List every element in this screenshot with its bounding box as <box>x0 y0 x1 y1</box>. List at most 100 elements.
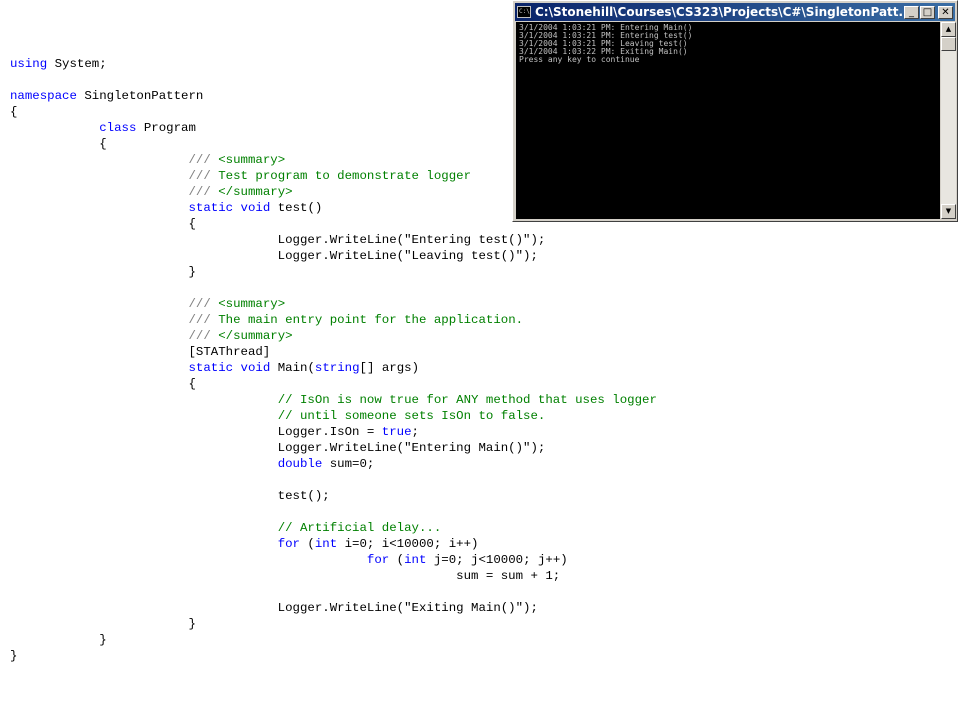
code-line: { <box>10 376 657 392</box>
code-line: Logger.WriteLine("Entering Main()"); <box>10 440 657 456</box>
code-text: ; <box>411 425 419 439</box>
code-comment: // until someone sets IsOn to false. <box>277 409 546 423</box>
code-keyword: using <box>10 57 48 71</box>
code-text: } <box>10 633 107 647</box>
code-text: } <box>10 617 196 631</box>
console-line: Press any key to continue <box>519 55 640 64</box>
code-text: { <box>10 217 196 231</box>
code-text: { <box>10 105 18 119</box>
code-line: } <box>10 648 657 664</box>
code-line: } <box>10 264 657 280</box>
close-button[interactable]: ✕ <box>938 5 953 19</box>
code-keyword: for <box>277 537 300 551</box>
scroll-up-button[interactable]: ▲ <box>941 22 956 37</box>
code-text: [STAThread] <box>10 345 271 359</box>
console-scrollbar[interactable]: ▲ ▼ <box>941 22 956 219</box>
console-output[interactable]: 3/1/2004 1:03:21 PM: Entering Main() 3/1/… <box>516 22 940 219</box>
code-line: for (int j=0; j<10000; j++) <box>10 552 657 568</box>
code-line: Logger.IsOn = true; <box>10 424 657 440</box>
code-comment: <summary> <box>210 153 286 167</box>
code-comment: <summary> <box>210 297 286 311</box>
code-keyword: static <box>188 361 234 375</box>
code-line: double sum=0; <box>10 456 657 472</box>
code-text: Logger.WriteLine("Entering Main()"); <box>10 441 546 455</box>
code-line: static void Main(string[] args) <box>10 360 657 376</box>
code-line: sum = sum + 1; <box>10 568 657 584</box>
code-text: ( <box>300 537 315 551</box>
code-text: test() <box>270 201 323 215</box>
code-keyword: string <box>314 361 360 375</box>
console-titlebar[interactable]: C:\ C:\Stonehill\Courses\CS323\Projects\… <box>515 3 955 21</box>
code-text: { <box>10 137 107 151</box>
code-comment: Test program to demonstrate logger <box>210 169 472 183</box>
console-window[interactable]: C:\ C:\Stonehill\Courses\CS323\Projects\… <box>512 0 958 222</box>
code-text: Logger.IsOn = <box>10 425 382 439</box>
maximize-button[interactable]: □ <box>920 5 935 19</box>
code-line: /// <summary> <box>10 296 657 312</box>
code-comment: /// <box>188 169 211 183</box>
code-keyword: int <box>404 553 427 567</box>
code-keyword: for <box>366 553 390 567</box>
code-comment: // Artificial delay... <box>277 521 442 535</box>
code-comment: The main entry point for the application… <box>210 313 524 327</box>
minimize-button[interactable]: _ <box>904 5 919 19</box>
code-keyword: int <box>314 537 338 551</box>
code-keyword: void <box>240 361 271 375</box>
code-comment: /// <box>188 329 211 343</box>
scroll-down-button[interactable]: ▼ <box>941 204 956 219</box>
code-text: { <box>10 377 196 391</box>
code-line: // until someone sets IsOn to false. <box>10 408 657 424</box>
code-text: [] args) <box>359 361 420 375</box>
code-line: for (int i=0; i<10000; i++) <box>10 536 657 552</box>
code-line: // Artificial delay... <box>10 520 657 536</box>
code-line: /// </summary> <box>10 328 657 344</box>
code-text: ( <box>389 553 405 567</box>
code-text: test(); <box>10 489 330 503</box>
code-line: Logger.WriteLine("Leaving test()"); <box>10 248 657 264</box>
code-line: // IsOn is now true for ANY method that … <box>10 392 657 408</box>
code-keyword: void <box>240 201 271 215</box>
console-app-icon[interactable]: C:\ <box>517 6 531 18</box>
code-comment: /// <box>188 185 211 199</box>
code-line: test(); <box>10 488 657 504</box>
code-text: sum = sum + 1; <box>10 569 561 583</box>
scroll-thumb[interactable] <box>941 37 956 51</box>
code-text: i=0; i<10000; i++) <box>337 537 479 551</box>
code-comment: </summary> <box>210 329 293 343</box>
code-keyword: namespace <box>10 89 77 103</box>
code-keyword: true <box>381 425 412 439</box>
code-line: } <box>10 616 657 632</box>
code-keyword: class <box>99 121 137 135</box>
code-comment: /// <box>188 297 211 311</box>
code-text: Program <box>136 121 196 135</box>
code-comment: // IsOn is now true for ANY method that … <box>277 393 657 407</box>
console-title: C:\Stonehill\Courses\CS323\Projects\C#\S… <box>535 5 903 19</box>
code-text: j=0; j<10000; j++) <box>426 553 568 567</box>
code-comment: </summary> <box>210 185 293 199</box>
code-comment: /// <box>188 153 211 167</box>
code-line: Logger.WriteLine("Entering test()"); <box>10 232 657 248</box>
code-text: Logger.WriteLine("Exiting Main()"); <box>10 601 538 615</box>
code-text: } <box>10 265 196 279</box>
code-text: SingletonPattern <box>76 89 204 103</box>
code-text: sum=0; <box>322 457 375 471</box>
code-line: /// The main entry point for the applica… <box>10 312 657 328</box>
